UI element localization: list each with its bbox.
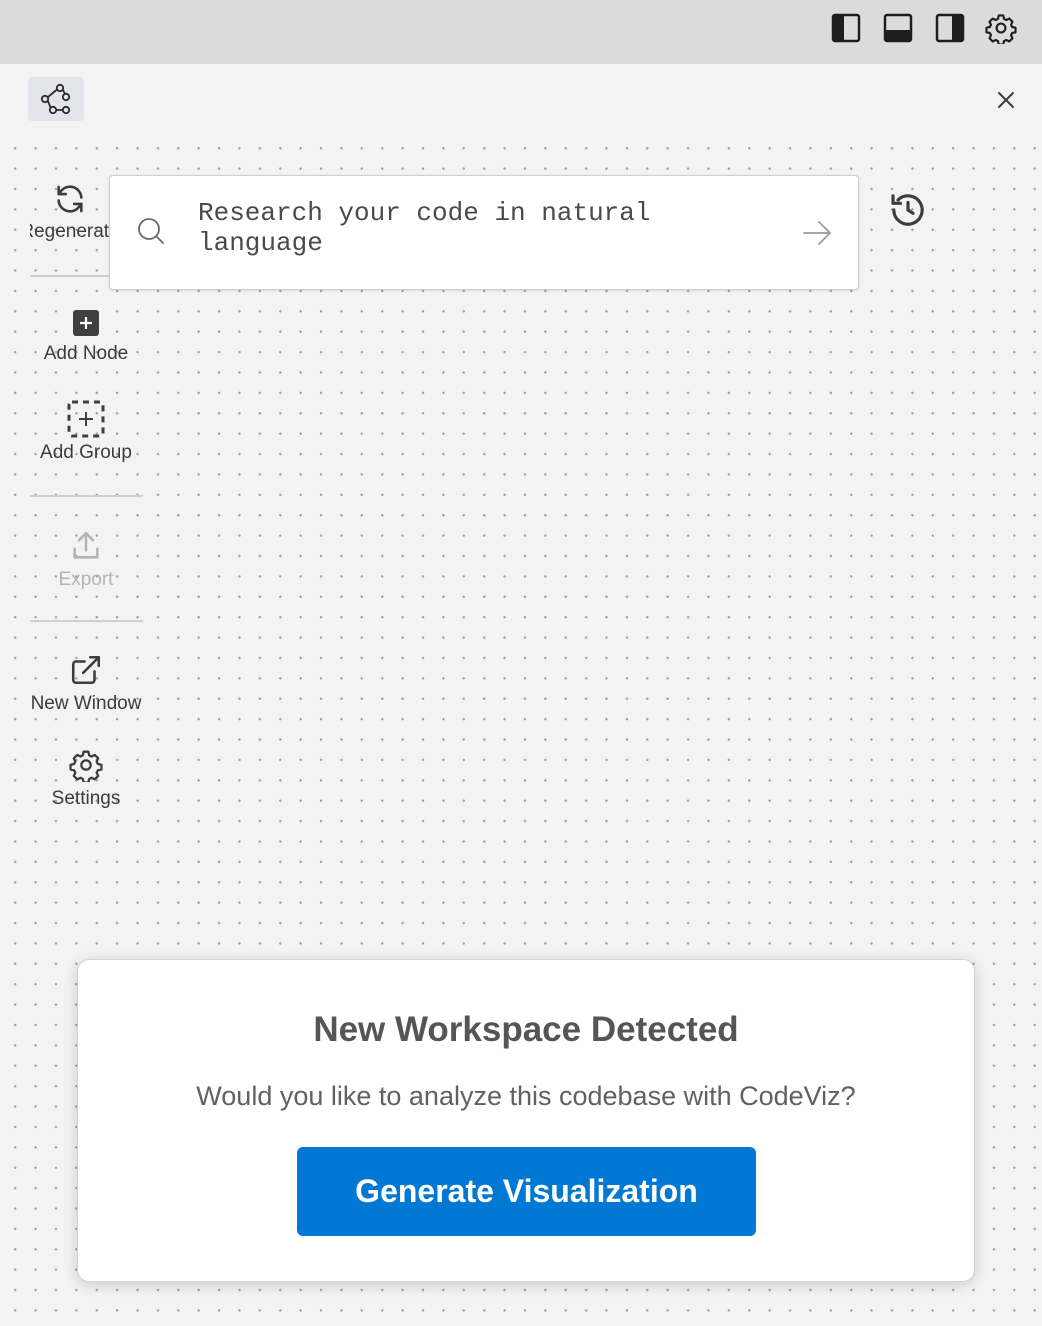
settings-button[interactable]: Settings xyxy=(24,748,148,810)
add-node-label: Add Node xyxy=(43,343,129,364)
history-icon[interactable] xyxy=(888,190,930,232)
arrow-right-icon[interactable] xyxy=(800,216,834,250)
export-label: Export xyxy=(58,569,114,590)
search-box xyxy=(109,175,859,290)
generate-visualization-button[interactable]: Generate Visualization xyxy=(297,1147,756,1236)
toggle-secondary-sidebar-icon[interactable] xyxy=(934,12,966,44)
search-icon xyxy=(136,216,166,246)
add-group-label: Add Group xyxy=(40,442,132,463)
codeviz-panel: Regenerate Add Node Add Group Export xyxy=(0,64,1042,1326)
regenerate-label: Regenerate xyxy=(30,221,110,242)
new-window-label: New Window xyxy=(30,693,142,714)
refresh-icon xyxy=(57,185,83,213)
new-window-button[interactable]: New Window xyxy=(24,653,148,715)
gear-icon[interactable] xyxy=(985,12,1017,44)
graph-nodes-icon[interactable] xyxy=(28,77,84,121)
dialog-title: New Workspace Detected xyxy=(313,1010,739,1049)
dialog-message: Would you like to analyze this codebase … xyxy=(196,1081,856,1111)
new-workspace-dialog: New Workspace Detected Would you like to… xyxy=(77,959,975,1282)
close-icon[interactable] xyxy=(992,86,1020,114)
export-button[interactable]: Export xyxy=(24,529,148,591)
add-square-icon xyxy=(73,310,99,336)
toolbar-divider xyxy=(30,495,143,497)
title-bar xyxy=(0,0,1042,64)
settings-label: Settings xyxy=(51,788,121,809)
toggle-panel-icon[interactable] xyxy=(882,12,914,44)
toggle-primary-sidebar-icon[interactable] xyxy=(830,12,862,44)
upload-icon xyxy=(73,531,99,559)
add-node-button[interactable]: Add Node xyxy=(24,309,148,365)
toolbar-divider xyxy=(30,620,143,622)
add-group-icon xyxy=(67,400,105,438)
regenerate-button[interactable]: Regenerate xyxy=(30,182,110,243)
search-input[interactable] xyxy=(198,198,758,270)
external-link-icon xyxy=(71,655,101,685)
add-group-button[interactable]: Add Group xyxy=(24,400,148,464)
settings-gear-icon xyxy=(69,750,103,782)
